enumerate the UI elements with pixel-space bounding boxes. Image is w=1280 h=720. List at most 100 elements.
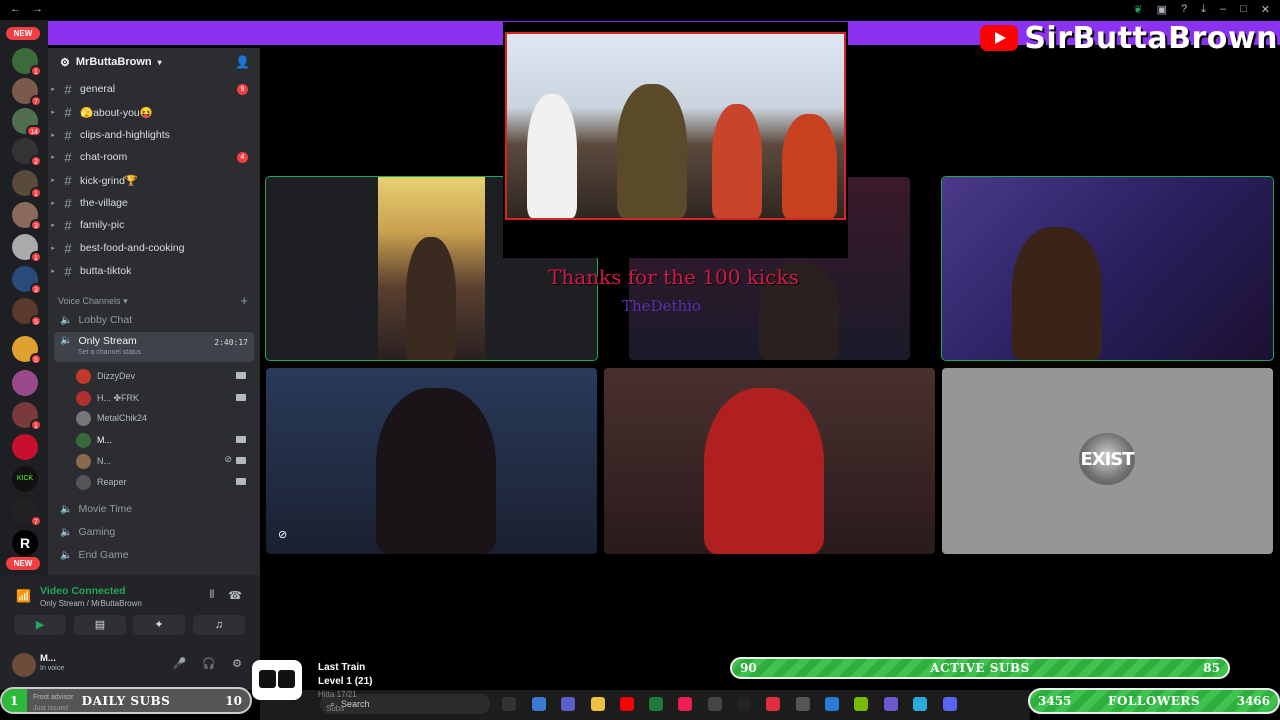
voice-user[interactable]: M... — [76, 430, 252, 450]
forward-arrow-icon[interactable]: → — [32, 3, 43, 15]
kick-server-icon[interactable]: KICK — [12, 466, 38, 492]
server-icon[interactable] — [12, 434, 38, 460]
server-icon[interactable]: 1 — [12, 234, 42, 263]
server-icon[interactable] — [12, 370, 38, 396]
avatar[interactable] — [12, 653, 36, 677]
voice-user[interactable]: N... ⊘ — [76, 451, 252, 471]
microphone-icon[interactable]: 🎤 — [173, 657, 187, 670]
voice-channel-only-stream[interactable]: 🔈 Only Stream 2:40:17 Set a channel status — [54, 332, 254, 362]
activities-button[interactable]: ✦ — [133, 615, 185, 635]
server-icon[interactable]: 3 — [12, 266, 42, 295]
channel-family-pic[interactable]: ▸ # family-pic — [48, 214, 260, 236]
noise-suppression-icon[interactable]: ⫴ — [210, 589, 215, 602]
voice-channel-name: Gaming — [78, 526, 116, 538]
channel-clips[interactable]: ▸ # clips-and-highlights — [48, 124, 260, 146]
leaf-icon[interactable]: ❦ — [1133, 3, 1142, 16]
new-pill[interactable]: NEW — [6, 27, 40, 40]
server-badge: 7 — [30, 515, 42, 527]
copilot-icon[interactable] — [532, 697, 546, 711]
disconnect-icon[interactable]: ☎ — [228, 589, 242, 602]
channel-general[interactable]: ▸ # general 9 — [48, 78, 260, 100]
youtube-app-icon[interactable] — [620, 697, 634, 711]
chevron-right-icon: ▸ — [51, 109, 55, 116]
server-header[interactable]: ⚙ MrButtaBrown ▾ 👤 — [48, 48, 260, 76]
server-icon[interactable]: 3 — [12, 202, 42, 231]
server-icon[interactable]: 7 — [12, 498, 42, 527]
voice-channel-endgame[interactable]: 🔈 End Game — [54, 545, 254, 565]
video-tile[interactable] — [604, 368, 935, 554]
voice-user[interactable]: H... ✤FRK — [76, 388, 252, 408]
voice-user[interactable]: MetalChik24 — [76, 408, 252, 428]
server-icon[interactable]: 1 — [12, 170, 42, 199]
server-icon[interactable]: 5 — [12, 298, 42, 327]
channel-best-food[interactable]: ▸ # best-food-and-cooking — [48, 237, 260, 259]
channel-butta-tiktok[interactable]: ▸ # butta-tiktok — [48, 260, 260, 282]
channel-kick-grind[interactable]: ▸ # kick-grind🏆 — [48, 169, 260, 191]
channel-about-you[interactable]: ▸ # 🫣about-you😝 — [48, 101, 260, 123]
app-icon[interactable] — [766, 697, 780, 711]
add-channel-icon[interactable]: + — [240, 293, 248, 308]
tiktok-icon[interactable] — [678, 697, 692, 711]
capcut-icon[interactable] — [796, 697, 810, 711]
voice-channel-gaming[interactable]: 🔈 Gaming — [54, 522, 254, 542]
voice-channel-lobby[interactable]: 🔈 Lobby Chat — [54, 310, 254, 330]
inbox-icon[interactable]: ▣ — [1157, 3, 1167, 16]
signal-icon[interactable]: 📶 — [16, 589, 31, 603]
app-icon[interactable] — [737, 697, 751, 711]
channel-name: general — [80, 83, 116, 95]
user-status: In voice — [40, 665, 65, 672]
search-placeholder: Search — [341, 699, 370, 709]
active-subs-goal-bar: 90 ACTIVE SUBS 85 — [730, 657, 1230, 679]
invite-people-icon[interactable]: 👤 — [235, 55, 250, 69]
minimize-icon[interactable]: – — [1220, 3, 1226, 16]
maximize-icon[interactable]: □ — [1240, 3, 1247, 16]
download-icon[interactable]: ⤓ — [1201, 3, 1206, 16]
close-icon[interactable]: ✕ — [1261, 3, 1270, 16]
server-badge: 1 — [30, 187, 42, 199]
server-icon[interactable]: 14 — [12, 108, 42, 137]
server-rail: NEW 1 7 14 2 1 3 1 3 5 5 1 KICK 7 R NEW — [0, 20, 48, 575]
voice-user[interactable]: Reaper — [76, 472, 252, 492]
server-icon[interactable]: 1 — [12, 48, 42, 77]
voice-channel-movie[interactable]: 🔈 Movie Time — [54, 499, 254, 519]
daily-subs-target: 10 — [225, 693, 242, 708]
headphones-icon[interactable]: 🎧 — [202, 657, 216, 670]
new-pill[interactable]: NEW — [6, 557, 40, 570]
discord-icon[interactable] — [943, 697, 957, 711]
app-icon[interactable] — [884, 697, 898, 711]
edge-icon[interactable] — [913, 697, 927, 711]
back-arrow-icon[interactable]: ← — [10, 3, 21, 15]
hash-icon: # — [64, 195, 72, 211]
widget-title: Last Train — [318, 662, 366, 673]
app-icon[interactable] — [825, 697, 839, 711]
camera-button[interactable]: ▶ — [14, 615, 66, 635]
channel-brand-name: SirButtaBrown — [1024, 20, 1278, 56]
video-tile[interactable] — [941, 176, 1274, 361]
soundboard-button[interactable]: ♫ — [193, 615, 245, 635]
r-server-icon[interactable]: R — [12, 530, 38, 556]
settings-gear-icon[interactable]: ⚙ — [232, 657, 242, 670]
teams-icon[interactable] — [561, 697, 575, 711]
server-icon[interactable]: 7 — [12, 78, 42, 107]
task-view-icon[interactable] — [502, 697, 516, 711]
screen-share-button[interactable]: ▤ — [74, 615, 126, 635]
server-icon[interactable]: 2 — [12, 138, 42, 167]
participant-silhouette — [527, 94, 577, 218]
server-icon[interactable]: 1 — [12, 402, 42, 431]
channel-status[interactable]: Set a channel status — [78, 349, 141, 356]
camera-icon — [236, 394, 246, 401]
app-icon[interactable] — [708, 697, 722, 711]
user-name[interactable]: M... — [40, 653, 56, 664]
server-icon[interactable]: 5 — [12, 336, 42, 365]
nvidia-icon[interactable] — [854, 697, 868, 711]
voice-status-location[interactable]: Only Stream / MrButtaBrown — [40, 599, 142, 608]
video-tile[interactable]: ⊘ — [266, 368, 597, 554]
file-explorer-icon[interactable] — [591, 697, 605, 711]
hash-icon: # — [64, 263, 72, 279]
xbox-icon[interactable] — [649, 697, 663, 711]
channel-chat-room[interactable]: ▸ # chat-room 4 — [48, 146, 260, 168]
channel-the-village[interactable]: ▸ # the-village — [48, 192, 260, 214]
voice-category[interactable]: Voice Channels ▾ + — [58, 293, 248, 308]
help-icon[interactable]: ? — [1181, 3, 1187, 16]
voice-user[interactable]: DizzyDev — [76, 366, 252, 386]
